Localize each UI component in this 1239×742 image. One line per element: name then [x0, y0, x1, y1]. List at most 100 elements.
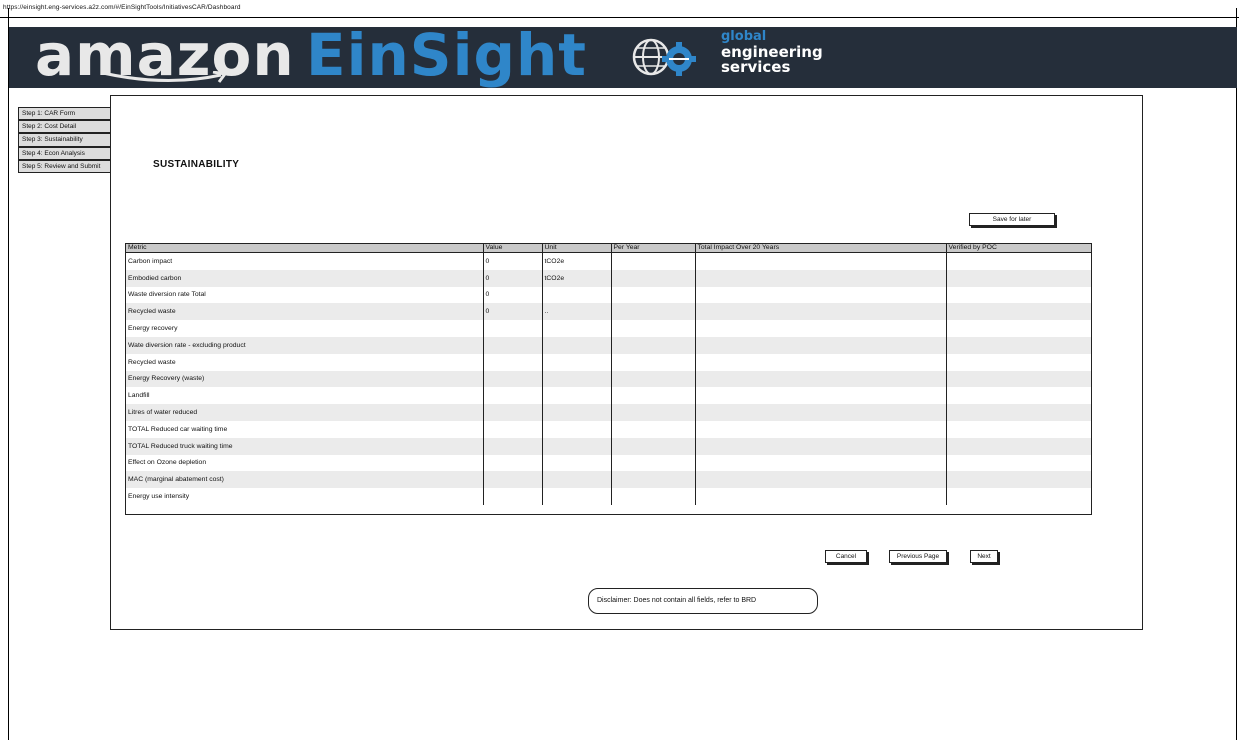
data-cell[interactable]: [695, 336, 947, 354]
data-cell[interactable]: [946, 455, 1091, 472]
data-cell[interactable]: [946, 269, 1091, 287]
data-cell[interactable]: [611, 437, 696, 455]
step-3-tab[interactable]: Step 3: Sustainability: [18, 133, 112, 147]
data-cell[interactable]: [611, 252, 696, 270]
data-cell[interactable]: [611, 387, 696, 405]
data-cell[interactable]: [611, 471, 696, 489]
data-cell[interactable]: [542, 286, 612, 304]
data-cell[interactable]: [483, 437, 543, 455]
data-cell[interactable]: [695, 471, 947, 489]
data-cell[interactable]: [946, 488, 1091, 505]
data-cell[interactable]: [611, 303, 696, 321]
data-cell[interactable]: [611, 454, 696, 472]
data-cell[interactable]: [695, 437, 947, 455]
data-cell[interactable]: 0: [483, 252, 543, 270]
data-cell[interactable]: [611, 336, 696, 354]
table-row: MAC (marginal abatement cost): [126, 471, 1091, 489]
data-cell[interactable]: [695, 303, 947, 321]
data-cell[interactable]: [611, 320, 696, 337]
data-cell[interactable]: [946, 320, 1091, 337]
data-cell[interactable]: [542, 488, 612, 505]
data-cell[interactable]: [946, 370, 1091, 388]
data-cell[interactable]: [542, 336, 612, 354]
metric-cell: Energy Recovery (waste): [126, 370, 484, 388]
data-cell[interactable]: [946, 437, 1091, 455]
data-cell[interactable]: [695, 370, 947, 388]
data-cell[interactable]: [695, 488, 947, 505]
table-header-row: Metric Value Unit Per Year Total Impact …: [126, 244, 1091, 253]
data-cell[interactable]: [946, 404, 1091, 421]
data-cell[interactable]: [542, 437, 612, 455]
table-row: Carbon impact 0 tCO2e: [126, 252, 1091, 270]
data-cell[interactable]: [695, 454, 947, 472]
data-cell[interactable]: [946, 471, 1091, 489]
data-cell[interactable]: [483, 370, 543, 388]
data-cell[interactable]: [483, 454, 543, 472]
metric-cell: Landfill: [126, 387, 484, 405]
data-cell[interactable]: [695, 252, 947, 270]
data-cell[interactable]: [542, 404, 612, 421]
data-cell[interactable]: [483, 471, 543, 489]
cancel-button[interactable]: Cancel: [825, 550, 867, 563]
data-cell[interactable]: [542, 353, 612, 371]
step-2-tab[interactable]: Step 2: Cost Detail: [18, 120, 112, 134]
data-cell[interactable]: [483, 353, 543, 371]
metric-cell: Energy use intensity: [126, 488, 484, 505]
data-cell[interactable]: [946, 354, 1091, 371]
data-cell[interactable]: [946, 303, 1091, 321]
previous-page-button[interactable]: Previous Page: [889, 550, 947, 563]
data-cell[interactable]: 0: [483, 286, 543, 304]
data-cell[interactable]: [483, 320, 543, 337]
data-cell[interactable]: [611, 488, 696, 505]
data-cell[interactable]: [483, 336, 543, 354]
step-1-tab[interactable]: Step 1: CAR Form: [18, 107, 112, 121]
next-button[interactable]: Next: [970, 550, 998, 563]
data-cell[interactable]: [611, 420, 696, 438]
step-5-tab[interactable]: Step 5: Review and Submit: [18, 159, 112, 173]
data-cell[interactable]: [483, 404, 543, 421]
data-cell[interactable]: [695, 387, 947, 405]
data-cell[interactable]: [946, 421, 1091, 438]
metric-cell: TOTAL Reduced car waiting time: [126, 420, 484, 438]
column-header: Total Impact Over 20 Years: [695, 244, 947, 253]
data-cell[interactable]: [542, 471, 612, 489]
column-header: Verified by POC: [946, 244, 1091, 253]
column-header: Unit: [542, 244, 612, 253]
data-cell[interactable]: [542, 370, 612, 388]
table-row: Waste diversion rate Total 0: [126, 286, 1091, 304]
data-cell[interactable]: 0: [483, 269, 543, 287]
data-cell[interactable]: [695, 286, 947, 304]
data-cell[interactable]: [611, 269, 696, 287]
data-cell[interactable]: [483, 488, 543, 505]
data-cell[interactable]: [542, 320, 612, 337]
data-cell[interactable]: [946, 387, 1091, 404]
data-cell[interactable]: [695, 404, 947, 421]
brand-einsight: EinSight: [306, 21, 587, 89]
save-for-later-button[interactable]: Save for later: [969, 213, 1055, 226]
data-cell[interactable]: [695, 269, 947, 287]
data-cell[interactable]: [483, 387, 543, 405]
data-cell[interactable]: [542, 387, 612, 405]
metric-cell: Litres of water reduced: [126, 404, 484, 421]
table-row: Recycled waste: [126, 353, 1091, 371]
data-cell[interactable]: [946, 287, 1091, 304]
data-cell[interactable]: ..: [542, 303, 612, 321]
data-cell[interactable]: [695, 353, 947, 371]
data-cell[interactable]: tCO2e: [542, 252, 612, 270]
data-cell[interactable]: [695, 320, 947, 337]
table-row: Recycled waste 0..: [126, 303, 1091, 321]
data-cell[interactable]: 0: [483, 303, 543, 321]
data-cell[interactable]: [542, 454, 612, 472]
data-cell[interactable]: [483, 420, 543, 438]
data-cell[interactable]: [946, 336, 1091, 354]
step-4-tab[interactable]: Step 4: Econ Analysis: [18, 146, 112, 160]
data-cell[interactable]: [695, 420, 947, 438]
data-cell[interactable]: tCO2e: [542, 269, 612, 287]
data-cell[interactable]: [611, 370, 696, 388]
data-cell[interactable]: [611, 286, 696, 304]
data-cell[interactable]: [542, 420, 612, 438]
metric-cell: Energy recovery: [126, 320, 484, 337]
data-cell[interactable]: [946, 253, 1091, 270]
data-cell[interactable]: [611, 404, 696, 421]
data-cell[interactable]: [611, 353, 696, 371]
